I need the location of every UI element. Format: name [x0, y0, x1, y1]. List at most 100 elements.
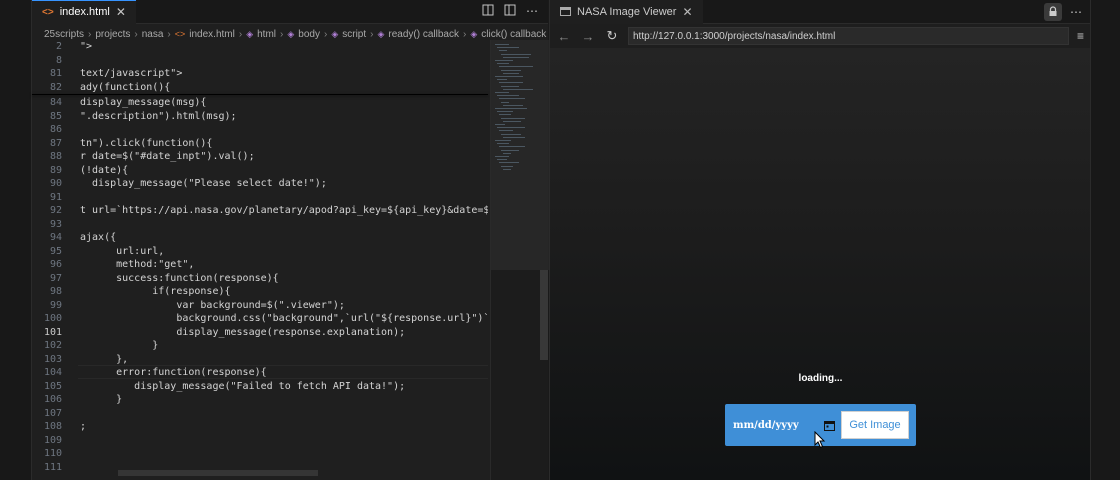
minimap-line [495, 108, 527, 109]
code-line[interactable]: 91 [32, 191, 488, 205]
editor-actions: ⋯ [482, 4, 548, 19]
close-icon[interactable]: ✕ [682, 5, 692, 19]
forward-arrow-icon[interactable]: → [580, 29, 596, 44]
open-changes-icon[interactable] [482, 4, 494, 19]
breadcrumb-item[interactable]: html [257, 29, 276, 40]
code-area[interactable]: 2 "> 8 81 text/javascript"> 82 ady(function(){… [32, 40, 488, 480]
breadcrumb-item[interactable]: index.html [189, 29, 235, 40]
minimap-line [499, 98, 525, 100]
page-viewport: loading... mm/dd/yyyy Get Image [550, 48, 1091, 480]
line-number: 108 [43, 421, 62, 432]
code-line[interactable]: 96 method:"get", [32, 258, 488, 272]
code-line[interactable]: 104 error:function(response){ [32, 366, 488, 380]
breadcrumb-item[interactable]: nasa [142, 29, 164, 40]
minimap-slider[interactable] [491, 40, 549, 270]
browser-tab-label: NASA Image Viewer [577, 5, 677, 18]
line-number: 106 [43, 394, 62, 405]
code-line[interactable]: 106 } [32, 393, 488, 407]
code-line[interactable]: 101 display_message(response.explanation… [32, 326, 488, 340]
code-line[interactable]: 87 tn").click(function(){ [32, 137, 488, 151]
minimap-line [497, 111, 513, 113]
code-line[interactable]: 88 r date=$("#date_inpt").val(); [32, 150, 488, 164]
line-number: 101 [43, 326, 62, 338]
line-number: 97 [49, 272, 62, 284]
line-number: 82 [49, 81, 62, 93]
code-line[interactable]: 108; [32, 420, 488, 434]
reload-icon[interactable]: ↻ [604, 28, 620, 44]
code-text: url:url, [80, 245, 165, 257]
code-line[interactable]: 102 } [32, 339, 488, 353]
minimap[interactable] [490, 40, 549, 480]
more-actions-icon[interactable]: ⋯ [526, 4, 538, 19]
code-line[interactable]: 90 display_message("Please select date!"… [32, 177, 488, 191]
code-text: if(response){ [80, 286, 231, 297]
code-line[interactable]: 103 }, [32, 353, 488, 367]
line-number: 84 [49, 97, 62, 108]
code-text: display_message("Please select date!"); [80, 178, 327, 189]
html-file-icon: <> [174, 29, 186, 39]
code-text: } [80, 394, 123, 405]
code-line[interactable]: 95 url:url, [32, 245, 488, 259]
get-image-button[interactable]: Get Image [841, 411, 909, 439]
code-line[interactable]: 84 display_message(msg){ [32, 96, 488, 110]
minimap-line [495, 76, 523, 77]
code-line[interactable]: 105 display_message("Failed to fetch API… [32, 380, 488, 394]
breadcrumb-item[interactable]: projects [95, 29, 130, 40]
minimap-line [501, 149, 519, 151]
code-line[interactable]: 98 if(response){ [32, 285, 488, 299]
split-editor-icon[interactable] [504, 4, 516, 19]
minimap-line [495, 124, 505, 125]
code-line[interactable]: 92 t url=`https://api.nasa.gov/planetary/… [32, 204, 488, 218]
code-text: ajax({ [80, 232, 117, 243]
code-text: method:"get", [80, 259, 195, 270]
line-number: 81 [49, 68, 62, 79]
browser-tab-nasa[interactable]: NASA Image Viewer ✕ [550, 0, 703, 24]
back-arrow-icon[interactable]: ← [556, 29, 572, 44]
code-line[interactable]: 94 ajax({ [32, 231, 488, 245]
line-number: 91 [49, 191, 62, 203]
breadcrumb-item[interactable]: 25scripts [44, 29, 84, 40]
code-line[interactable]: 109 [32, 434, 488, 448]
breadcrumb-item[interactable]: click() callback [481, 29, 546, 40]
line-number: 105 [43, 380, 62, 392]
code-line[interactable]: 100 background.css("background",`url("${… [32, 312, 488, 326]
code-line[interactable]: 97 success:function(response){ [32, 272, 488, 286]
code-text: display_message(msg){ [80, 97, 207, 108]
code-line[interactable]: 81 text/javascript"> [32, 67, 488, 81]
editor-tab-index-html[interactable]: <> index.html ✕ [32, 0, 136, 24]
vertical-scrollbar[interactable] [540, 270, 548, 360]
minimap-line [495, 92, 509, 93]
function-icon: ◈ [470, 28, 478, 39]
code-line[interactable]: 82 ady(function(){ [32, 81, 488, 95]
code-line[interactable]: 93 [32, 218, 488, 232]
horizontal-scrollbar[interactable] [118, 470, 318, 476]
code-line[interactable]: 85 ".description").html(msg); [32, 110, 488, 124]
line-number: 111 [43, 461, 62, 473]
minimap-line [495, 60, 513, 61]
browser-nav-bar: ← → ↻ http://127.0.0.1:3000/projects/nas… [550, 24, 1090, 48]
minimap-line [499, 130, 513, 132]
close-icon[interactable]: ✕ [116, 5, 126, 19]
code-line[interactable]: 8 [32, 54, 488, 68]
minimap-line [499, 50, 507, 52]
breadcrumb-item[interactable]: body [298, 29, 320, 40]
calendar-icon[interactable] [823, 419, 835, 431]
code-line[interactable]: 110 [32, 447, 488, 461]
more-actions-icon[interactable]: ⋯ [1070, 5, 1082, 19]
code-line[interactable]: 107 [32, 407, 488, 421]
lock-icon[interactable] [1044, 2, 1062, 21]
line-number: 104 [43, 367, 62, 378]
code-text: (!date){ [80, 164, 129, 176]
hamburger-menu-icon[interactable]: ≡ [1077, 29, 1084, 43]
breadcrumb-item[interactable]: ready() callback [388, 29, 459, 40]
line-number: 99 [49, 299, 62, 311]
code-line[interactable]: 89 (!date){ [32, 164, 488, 178]
line-number: 89 [49, 164, 62, 176]
code-line[interactable]: 86 [32, 123, 488, 137]
breadcrumb-item[interactable]: script [342, 29, 366, 40]
minimap-line [501, 117, 525, 119]
code-line[interactable]: 2 "> [32, 40, 488, 54]
line-number: 90 [49, 178, 62, 189]
code-line[interactable]: 99 var background=$(".viewer"); [32, 299, 488, 313]
url-input[interactable]: http://127.0.0.1:3000/projects/nasa/inde… [628, 27, 1069, 45]
